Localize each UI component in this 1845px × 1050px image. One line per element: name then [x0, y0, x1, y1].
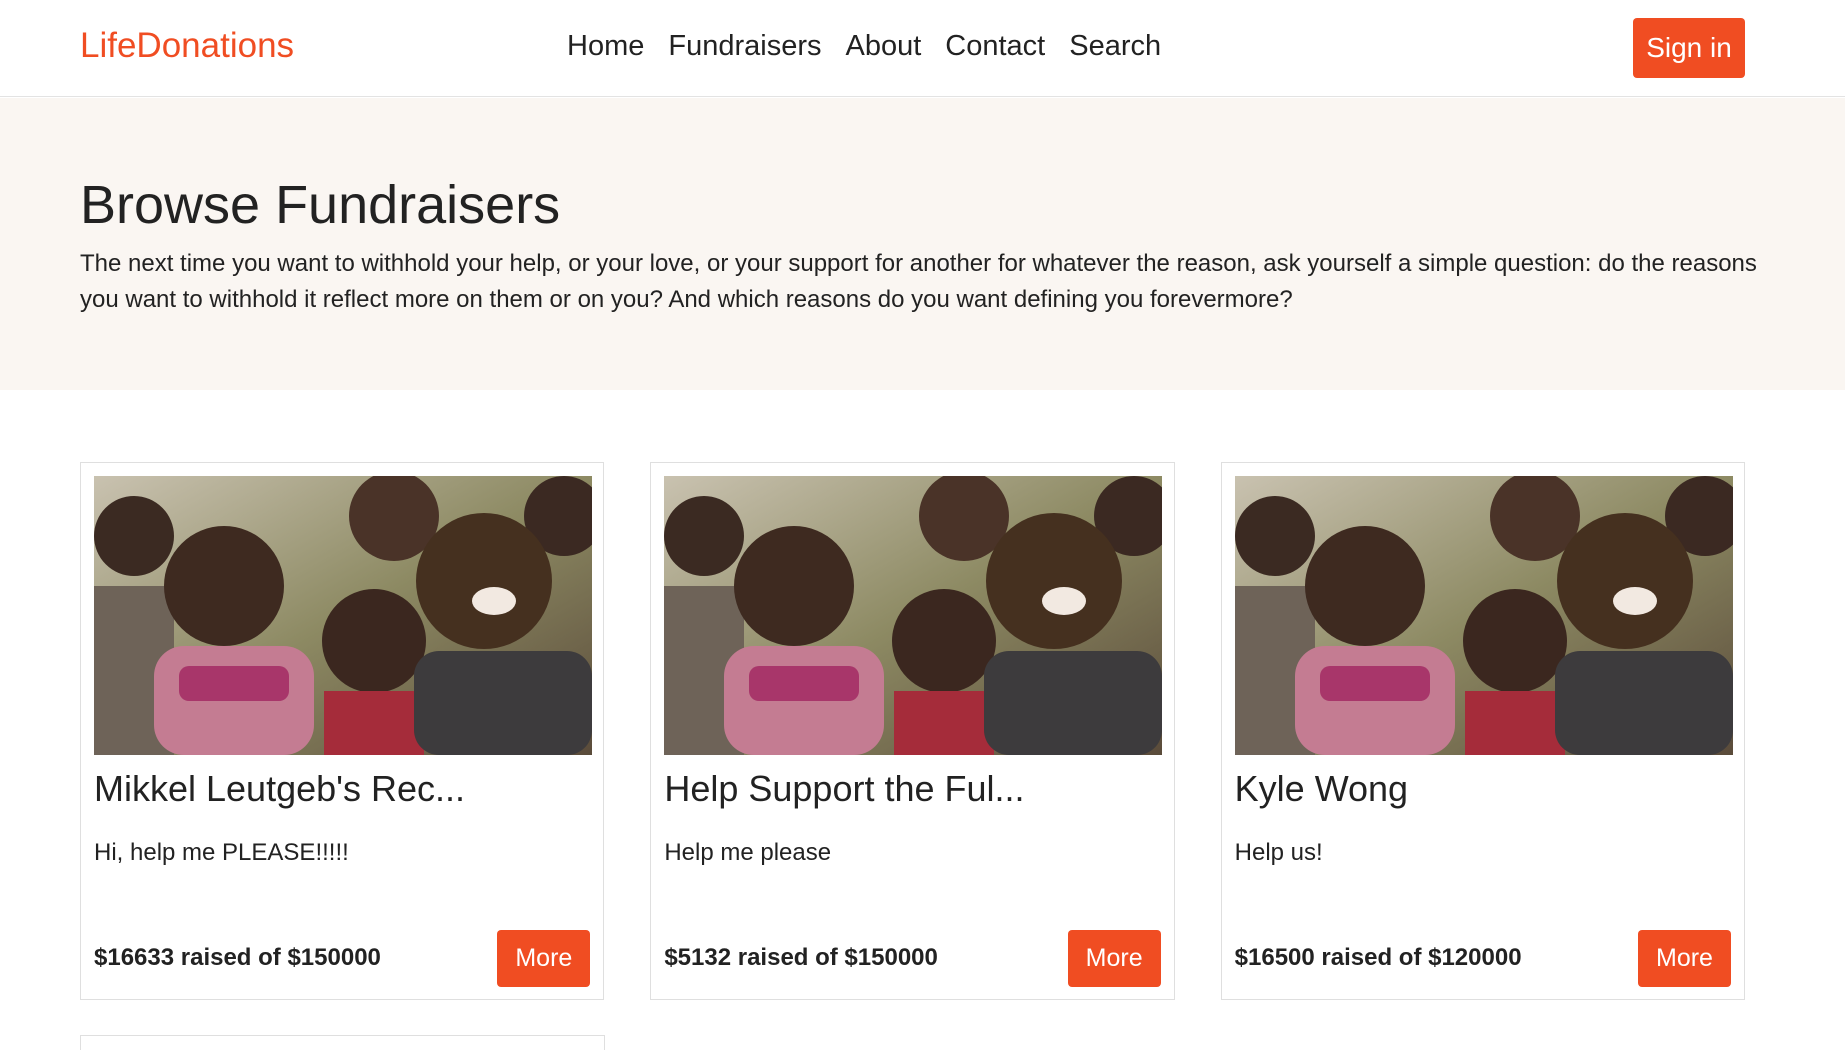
- fundraiser-card: Kyle Wong Help us! $16500 raised of $120…: [1220, 462, 1745, 1000]
- nav-fundraisers[interactable]: Fundraisers: [656, 30, 833, 63]
- fundraiser-card: Help Support the Ful... Help me please $…: [650, 462, 1175, 1000]
- nav-about[interactable]: About: [833, 30, 933, 63]
- fundraiser-title: Help Support the Ful...: [664, 768, 1025, 809]
- fundraiser-raised-amount: $5132 raised of $150000: [664, 944, 938, 971]
- fundraiser-raised-amount: $16633 raised of $150000: [94, 944, 381, 971]
- fundraiser-title: Mikkel Leutgeb's Rec...: [94, 768, 466, 809]
- children-photo-icon: [1234, 476, 1733, 755]
- fundraiser-card-partial: [80, 1035, 605, 1050]
- navbar: LifeDonations Home Fundraisers About Con…: [0, 0, 1845, 97]
- children-photo-icon: [94, 476, 592, 755]
- main-nav: Home Fundraisers About Contact Search: [555, 30, 1173, 63]
- fundraiser-card: Mikkel Leutgeb's Rec... Hi, help me PLEA…: [80, 462, 605, 1000]
- more-button[interactable]: More: [1637, 930, 1731, 987]
- fundraiser-description: Hi, help me PLEASE!!!!!: [94, 839, 349, 866]
- fundraiser-description: Help me please: [664, 839, 832, 866]
- fundraiser-photo: [664, 476, 1163, 755]
- fundraiser-cards: Mikkel Leutgeb's Rec... Hi, help me PLEA…: [80, 462, 1745, 1000]
- fundraiser-description: Help us!: [1234, 839, 1323, 866]
- sign-in-button[interactable]: Sign in: [1633, 18, 1745, 78]
- nav-contact[interactable]: Contact: [933, 30, 1057, 63]
- fundraiser-photo: [94, 476, 592, 755]
- children-photo-icon: [664, 476, 1163, 755]
- brand-logo[interactable]: LifeDonations: [80, 26, 294, 66]
- fundraiser-raised-amount: $16500 raised of $120000: [1234, 944, 1522, 971]
- nav-home[interactable]: Home: [555, 30, 656, 63]
- hero-quote: The next time you want to withhold your …: [80, 250, 1757, 313]
- hero-section: Browse Fundraisers The next time you wan…: [0, 98, 1845, 390]
- fundraiser-photo: [1234, 476, 1733, 755]
- fundraiser-title: Kyle Wong: [1234, 768, 1409, 809]
- more-button[interactable]: More: [497, 930, 591, 987]
- nav-search[interactable]: Search: [1057, 30, 1173, 63]
- more-button[interactable]: More: [1067, 930, 1161, 987]
- page-title: Browse Fundraisers: [80, 175, 561, 235]
